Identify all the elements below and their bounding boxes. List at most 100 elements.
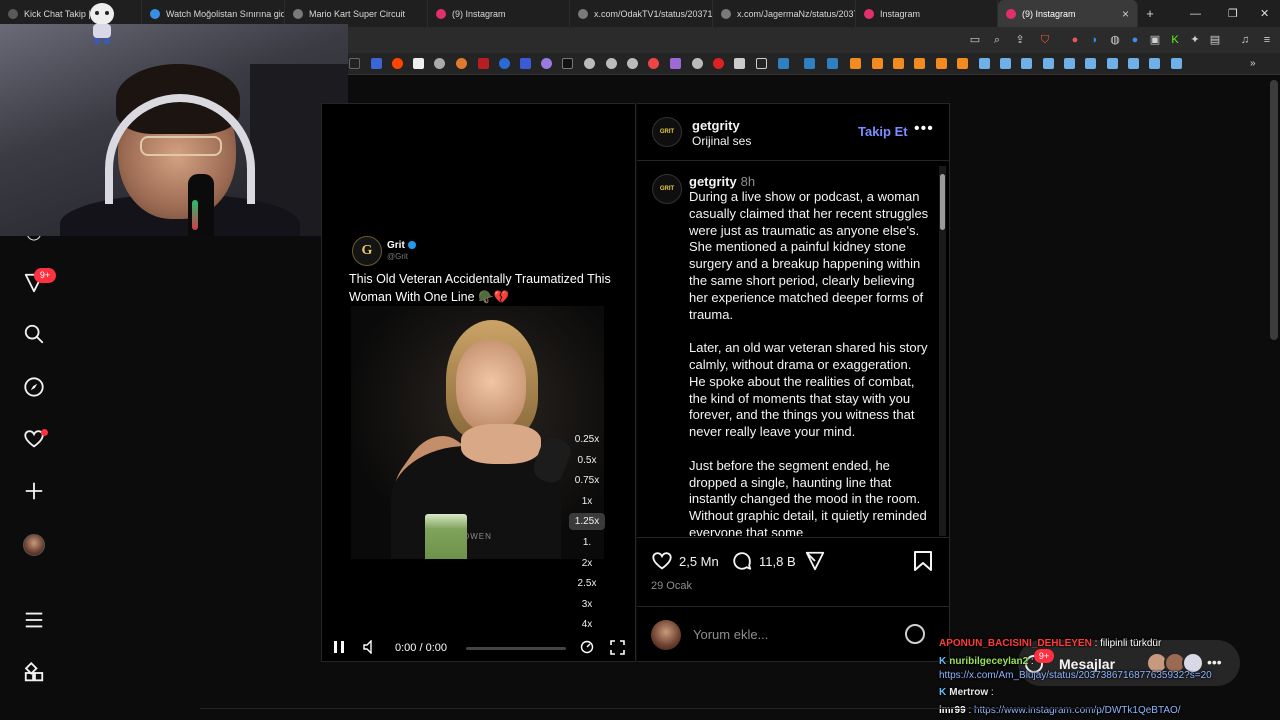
bookmark-icon[interactable] bbox=[1043, 58, 1054, 69]
speed-icon[interactable] bbox=[580, 640, 594, 657]
bookmark-icon[interactable] bbox=[499, 58, 510, 69]
bookmark-icon[interactable] bbox=[914, 58, 925, 69]
bookmark-icon[interactable] bbox=[827, 58, 838, 69]
bookmark-icon[interactable] bbox=[778, 58, 789, 69]
browser-tab-active[interactable]: (9) Instagram × bbox=[998, 0, 1138, 27]
follow-button[interactable]: Takip Et bbox=[858, 124, 908, 139]
messages-more-icon[interactable]: ••• bbox=[1207, 654, 1222, 670]
create-plus-icon[interactable] bbox=[22, 480, 46, 504]
browser-tab[interactable]: x.com/OdakTV1/status/20371 bbox=[570, 0, 713, 27]
playlist-icon[interactable]: ♫ bbox=[1238, 33, 1252, 47]
brave-shield-icon[interactable]: ⛉ bbox=[1038, 33, 1052, 47]
bookmark-icon[interactable] bbox=[456, 58, 467, 69]
emoji-icon[interactable] bbox=[905, 624, 925, 644]
share-icon[interactable]: ⇪ bbox=[1013, 33, 1027, 47]
post-date[interactable]: 29 Ocak bbox=[651, 580, 692, 592]
caption-username[interactable]: getgrity bbox=[689, 174, 737, 189]
audio-label[interactable]: Orijinal ses bbox=[692, 134, 751, 148]
sidebar-icon[interactable]: ▤ bbox=[1208, 33, 1222, 47]
speed-option-selected[interactable]: 1.25x bbox=[569, 513, 605, 530]
bookmark-icon[interactable] bbox=[1107, 58, 1118, 69]
bookmark-icon[interactable] bbox=[541, 58, 552, 69]
bookmark-icon[interactable] bbox=[627, 58, 638, 69]
extension-icon[interactable]: ● bbox=[1128, 33, 1142, 47]
folder-icon[interactable] bbox=[756, 58, 767, 69]
speed-option[interactable]: 0.25x bbox=[569, 434, 605, 445]
speed-option[interactable]: 1x bbox=[569, 496, 605, 507]
kick-icon[interactable]: K bbox=[1168, 33, 1182, 47]
maximize-button[interactable]: ❐ bbox=[1228, 0, 1238, 27]
browser-tab[interactable]: Mario Kart Super Circuit bbox=[285, 0, 428, 27]
bookmark-icon[interactable] bbox=[562, 58, 573, 69]
page-scrollbar[interactable] bbox=[1270, 80, 1278, 340]
bookmark-icon[interactable] bbox=[804, 58, 815, 69]
bookmark-icon[interactable] bbox=[349, 58, 360, 69]
chat-link[interactable]: https://x.com/Am_Blujay/status/203738671… bbox=[939, 670, 1212, 681]
bookmark-icon[interactable] bbox=[648, 58, 659, 69]
bookmark-icon[interactable] bbox=[850, 58, 861, 69]
video-progress-bar[interactable] bbox=[466, 647, 566, 650]
speed-option[interactable]: 0.75x bbox=[569, 475, 605, 486]
bookmark-icon[interactable] bbox=[1064, 58, 1075, 69]
tab-close-icon[interactable]: × bbox=[1122, 7, 1129, 21]
cast-icon[interactable]: ▭ bbox=[968, 33, 982, 47]
apps-grid-icon[interactable] bbox=[22, 661, 46, 686]
bookmark-icon[interactable] bbox=[606, 58, 617, 69]
bookmark-icon[interactable] bbox=[734, 58, 745, 69]
explore-compass-icon[interactable] bbox=[22, 376, 46, 400]
pause-icon[interactable] bbox=[333, 640, 345, 657]
chat-link[interactable]: https://www.instagram.com/p/DWTk1QeBTAO/ bbox=[974, 705, 1181, 716]
menu-icon[interactable]: ≡ bbox=[1260, 33, 1274, 47]
fullscreen-icon[interactable] bbox=[610, 640, 625, 658]
comment-count[interactable]: 11,8 B bbox=[759, 554, 796, 569]
more-bookmarks-icon[interactable]: » bbox=[1250, 58, 1261, 69]
close-window-button[interactable]: ✕ bbox=[1260, 0, 1269, 27]
bookmark-icon[interactable] bbox=[1021, 58, 1032, 69]
profile-avatar[interactable] bbox=[23, 534, 45, 556]
zoom-icon[interactable]: ⌕ bbox=[990, 33, 1004, 47]
browser-tab[interactable]: x.com/JagermaNz/status/2037 bbox=[713, 0, 856, 27]
extension-icon[interactable]: ◗ bbox=[1088, 33, 1102, 47]
search-icon[interactable] bbox=[22, 323, 46, 347]
bookmark-save-icon[interactable] bbox=[913, 550, 933, 572]
caption-scroll-area[interactable]: getgrity 8h During a live show or podcast… bbox=[689, 174, 929, 536]
browser-tab[interactable]: Instagram bbox=[856, 0, 998, 27]
speed-option[interactable]: 4x bbox=[569, 619, 605, 630]
like-heart-icon[interactable] bbox=[651, 550, 673, 572]
bookmark-icon[interactable] bbox=[1149, 58, 1160, 69]
extension-icon[interactable]: ◍ bbox=[1108, 33, 1122, 47]
speed-option[interactable]: 0.5x bbox=[569, 455, 605, 466]
bookmark-icon[interactable] bbox=[434, 58, 445, 69]
caption-scrollbar-thumb[interactable] bbox=[940, 174, 945, 230]
bookmark-icon[interactable] bbox=[584, 58, 595, 69]
bookmark-icon[interactable] bbox=[392, 58, 403, 69]
hamburger-menu-icon[interactable] bbox=[22, 609, 46, 633]
bookmark-icon[interactable] bbox=[1128, 58, 1139, 69]
speed-option[interactable]: 1. bbox=[569, 537, 605, 548]
speed-option[interactable]: 2x bbox=[569, 558, 605, 569]
comment-bubble-icon[interactable] bbox=[731, 550, 753, 572]
bookmark-icon[interactable] bbox=[413, 58, 424, 69]
more-options-icon[interactable]: ••• bbox=[914, 120, 934, 138]
browser-tab[interactable]: Watch Moğolistan Sınırına gidi bbox=[142, 0, 285, 27]
new-tab-button[interactable]: + bbox=[1138, 0, 1162, 27]
volume-icon[interactable] bbox=[362, 639, 376, 657]
bookmark-icon[interactable] bbox=[872, 58, 883, 69]
extension-icon[interactable]: ● bbox=[1068, 33, 1082, 47]
bookmark-icon[interactable] bbox=[893, 58, 904, 69]
speed-option[interactable]: 2.5x bbox=[569, 578, 605, 589]
comment-input[interactable]: Yorum ekle... bbox=[693, 627, 768, 642]
bookmark-icon[interactable] bbox=[371, 58, 382, 69]
bookmark-icon[interactable] bbox=[713, 58, 724, 69]
minimize-button[interactable]: — bbox=[1190, 0, 1201, 27]
bookmark-icon[interactable] bbox=[692, 58, 703, 69]
bookmark-icon[interactable] bbox=[1171, 58, 1182, 69]
puzzle-icon[interactable]: ✦ bbox=[1188, 33, 1202, 47]
share-paper-plane-icon[interactable] bbox=[804, 550, 826, 572]
speed-option[interactable]: 3x bbox=[569, 599, 605, 610]
bookmark-icon[interactable] bbox=[1000, 58, 1011, 69]
like-count[interactable]: 2,5 Mn bbox=[679, 554, 719, 569]
author-username[interactable]: getgrity bbox=[692, 118, 740, 133]
bookmark-icon[interactable] bbox=[957, 58, 968, 69]
extension-icon[interactable]: ▣ bbox=[1148, 33, 1162, 47]
